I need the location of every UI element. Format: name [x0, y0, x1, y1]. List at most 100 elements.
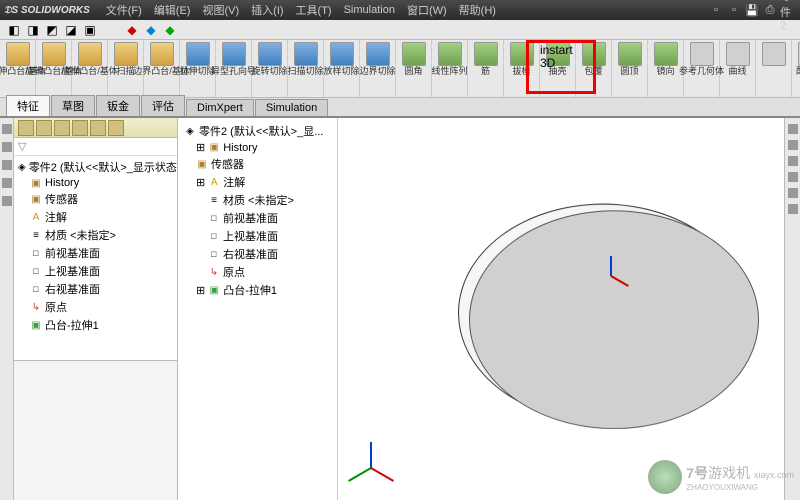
- sidebar-icon[interactable]: [2, 142, 12, 152]
- q-icon[interactable]: ▣: [82, 22, 98, 38]
- ribbon-cut-boundary[interactable]: 边界切除: [360, 40, 396, 97]
- tree-origin[interactable]: ↳原点: [182, 263, 333, 281]
- plane-icon: ◇: [28, 263, 45, 280]
- taskpane-icon[interactable]: [788, 140, 798, 150]
- tree-extrude1[interactable]: ▣凸台-拉伸1: [16, 316, 175, 334]
- menu-window[interactable]: 窗口(W): [401, 2, 453, 18]
- ribbon-curve[interactable]: 曲线: [720, 40, 756, 97]
- tree-annotations[interactable]: A注解: [16, 208, 175, 226]
- ribbon-hole[interactable]: 异型孔向导: [216, 40, 252, 97]
- q-icon[interactable]: ◧: [6, 22, 22, 38]
- tree-origin[interactable]: ↳原点: [16, 298, 175, 316]
- tree-extrude1[interactable]: ⊞ ▣凸台-拉伸1: [182, 281, 333, 299]
- feature-icon: ▣: [208, 284, 220, 296]
- tree-material[interactable]: ≡材质 <未指定>: [182, 191, 333, 209]
- view-triad[interactable]: [358, 430, 408, 480]
- ribbon-pattern[interactable]: 线性阵列: [432, 40, 468, 97]
- tree-right-plane[interactable]: ◇右视基准面: [16, 280, 175, 298]
- q-icon[interactable]: ◨: [25, 22, 41, 38]
- feature-icon: ▣: [30, 319, 42, 331]
- ribbon-refgeom[interactable]: 参考几何体: [684, 40, 720, 97]
- tree-top-plane[interactable]: ◇上视基准面: [16, 262, 175, 280]
- tab-features[interactable]: 特征: [6, 95, 50, 116]
- menu-tools[interactable]: 工具(T): [290, 2, 338, 18]
- menu-file[interactable]: 文件(F): [100, 2, 148, 18]
- menu-help[interactable]: 帮助(H): [453, 2, 502, 18]
- ribbon-loft[interactable]: 放样凸台/基体: [72, 40, 108, 97]
- origin-icon: ↳: [208, 266, 220, 278]
- ptool-icon[interactable]: [72, 120, 88, 136]
- ptool-icon[interactable]: [54, 120, 70, 136]
- tree-sensors[interactable]: ▣传感器: [16, 190, 175, 208]
- instant3d-label: instart3D: [540, 44, 573, 70]
- ribbon-instant3d[interactable]: [756, 40, 792, 97]
- part-icon: ◈: [184, 125, 196, 137]
- tab-sketch[interactable]: 草图: [51, 95, 95, 116]
- tree-root[interactable]: ◈零件2 (默认<<默认>_显示状态: [16, 158, 175, 176]
- save-icon[interactable]: 💾: [744, 2, 760, 18]
- q-icon[interactable]: ◆: [143, 22, 159, 38]
- taskpane-icon[interactable]: [788, 188, 798, 198]
- sidebar-icon[interactable]: [2, 196, 12, 206]
- new-icon[interactable]: ▫: [708, 2, 724, 18]
- left-sidebar: [0, 118, 14, 500]
- ptool-icon[interactable]: [18, 120, 34, 136]
- taskpane-icon[interactable]: [788, 156, 798, 166]
- tree-top-plane[interactable]: ◇上视基准面: [182, 227, 333, 245]
- tree-front-plane[interactable]: ◇前视基准面: [16, 244, 175, 262]
- ribbon: 拉伸凸台/基体 旋转凸台/基体 放样凸台/基体 扫描 边界凸台/基体 拉伸切除 …: [0, 40, 800, 98]
- tab-sheetmetal[interactable]: 钣金: [96, 95, 140, 116]
- tree-history[interactable]: ⊞ ▣History: [182, 140, 333, 155]
- ribbon-cut-revolve[interactable]: 旋转切除: [252, 40, 288, 97]
- panel-toolbar: [14, 118, 177, 138]
- filter-row[interactable]: ▽: [14, 138, 177, 156]
- 3d-viewport[interactable]: [338, 118, 784, 500]
- open-icon[interactable]: ▫: [726, 2, 742, 18]
- menu-simulation[interactable]: Simulation: [338, 4, 401, 16]
- tree-sensors[interactable]: ▣传感器: [182, 155, 333, 173]
- taskpane-icon[interactable]: [788, 172, 798, 182]
- tree-right-plane[interactable]: ◇右视基准面: [182, 245, 333, 263]
- sidebar-icon[interactable]: [2, 178, 12, 188]
- ptool-icon[interactable]: [90, 120, 106, 136]
- tab-simulation[interactable]: Simulation: [255, 99, 328, 116]
- tree-root[interactable]: ◈零件2 (默认<<默认>_显...: [182, 122, 333, 140]
- folder-icon: ▣: [30, 193, 42, 205]
- disc-model[interactable]: [458, 204, 748, 423]
- ptool-icon[interactable]: [36, 120, 52, 136]
- plane-icon: ◇: [206, 210, 223, 227]
- menu-edit[interactable]: 编辑(E): [148, 2, 197, 18]
- quick-access-toolbar: ◧ ◨ ◩ ◪ ▣ ◆ ◆ ◆: [0, 20, 800, 40]
- sidebar-icon[interactable]: [2, 160, 12, 170]
- tab-dimxpert[interactable]: DimXpert: [186, 99, 254, 116]
- ribbon-boundary[interactable]: 边界凸台/基体: [144, 40, 180, 97]
- tab-evaluate[interactable]: 评估: [141, 95, 185, 116]
- taskpane-icon[interactable]: [788, 124, 798, 134]
- material-icon: ≡: [208, 194, 220, 206]
- q-icon[interactable]: ◪: [63, 22, 79, 38]
- q-icon[interactable]: ◩: [44, 22, 60, 38]
- tree-history[interactable]: ▣History: [16, 176, 175, 190]
- ribbon-fillet[interactable]: 圆角: [396, 40, 432, 97]
- tree-material[interactable]: ≡材质 <未指定>: [16, 226, 175, 244]
- menu-insert[interactable]: 插入(I): [245, 2, 289, 18]
- q-icon[interactable]: ◆: [124, 22, 140, 38]
- ribbon-cut-sweep[interactable]: 扫描切除: [288, 40, 324, 97]
- ribbon-rib[interactable]: 筋: [468, 40, 504, 97]
- q-icon[interactable]: ◆: [162, 22, 178, 38]
- ribbon-mate[interactable]: 配合参: [792, 40, 800, 97]
- origin-icon: ↳: [30, 301, 42, 313]
- ribbon-dome[interactable]: 圆顶: [612, 40, 648, 97]
- taskpane-icon[interactable]: [788, 204, 798, 214]
- feature-tree: ◈零件2 (默认<<默认>_显示状态 ▣History ▣传感器 A注解 ≡材质…: [14, 156, 177, 360]
- doc-title: 零件2: [780, 2, 796, 18]
- ribbon-cut-loft[interactable]: 放样切除: [324, 40, 360, 97]
- print-icon[interactable]: ⎙: [762, 2, 778, 18]
- title-bar: 𝔇S SOLIDWORKS 文件(F) 编辑(E) 视图(V) 插入(I) 工具…: [0, 0, 800, 20]
- tree-annotations[interactable]: ⊞ A注解: [182, 173, 333, 191]
- menu-view[interactable]: 视图(V): [196, 2, 245, 18]
- ptool-icon[interactable]: [108, 120, 124, 136]
- tree-front-plane[interactable]: ◇前视基准面: [182, 209, 333, 227]
- sidebar-icon[interactable]: [2, 124, 12, 134]
- folder-icon: ▣: [30, 177, 42, 189]
